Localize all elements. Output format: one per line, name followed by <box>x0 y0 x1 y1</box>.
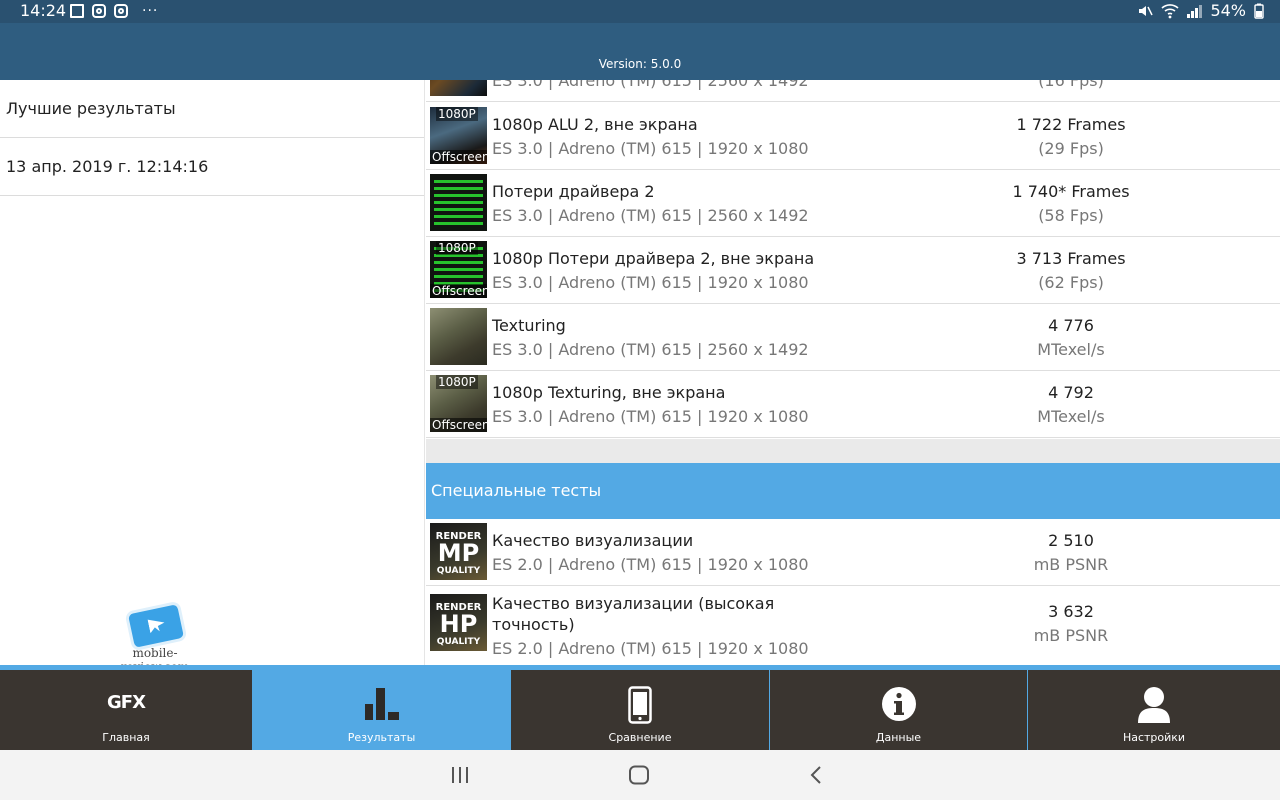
result-unit: MTexel/s <box>1037 407 1105 426</box>
thumbnail-badge-bottom: Offscreen <box>430 418 487 432</box>
system-nav-bar <box>0 750 1280 800</box>
result-name: Texturing <box>492 316 566 335</box>
tab-label: Сравнение <box>608 731 672 744</box>
result-sub: ES 2.0 | Adreno (TM) 615 | 1920 x 1080 <box>492 555 809 574</box>
gfx-logo-icon: GFX <box>107 692 146 713</box>
render-quality-mp-thumbnail: RENDER MP QUALITY <box>430 523 487 580</box>
result-sub: ES 3.0 | Adreno (TM) 615 | 2560 x 1492 <box>492 206 809 225</box>
recent-apps-button[interactable] <box>430 750 490 800</box>
battery-percent: 54% <box>1210 1 1246 20</box>
tab-settings[interactable]: Настройки <box>1028 670 1280 750</box>
result-row[interactable]: Texturing ES 3.0 | Adreno (TM) 615 | 256… <box>426 304 1280 371</box>
render-quality-hp-thumbnail: RENDER HP QUALITY <box>430 594 487 651</box>
result-row[interactable]: RENDER HP QUALITY Качество визуализации … <box>426 586 1280 665</box>
result-row[interactable]: RENDER MP QUALITY Качество визуализации … <box>426 519 1280 586</box>
phone-icon <box>628 686 652 724</box>
result-score: 3 632 <box>1048 602 1094 621</box>
bottom-nav: GFX Главная Результаты Сравнение Данные … <box>0 665 1280 750</box>
test-thumbnail <box>430 80 487 96</box>
watermark-logo: mobile-review.com <box>100 600 210 674</box>
notification-icons: ··· <box>70 3 158 19</box>
test-thumbnail <box>430 174 487 231</box>
tab-data[interactable]: Данные <box>770 670 1027 750</box>
test-thumbnail: 1080P Offscreen <box>430 107 487 164</box>
result-row[interactable]: 1080P Offscreen 1080p Texturing, вне экр… <box>426 371 1280 438</box>
instagram-notification-icon <box>92 4 106 18</box>
more-notifications-icon: ··· <box>142 3 159 19</box>
recent-apps-icon <box>452 767 468 783</box>
result-sub: ES 3.0 | Adreno (TM) 615 | 1920 x 1080 <box>492 139 809 158</box>
result-score: 2 510 <box>1048 531 1094 550</box>
screen: 14:24 ··· 54% Version: 5.0.0 Лучшие резу… <box>0 0 1280 800</box>
gallery-notification-icon <box>70 4 84 18</box>
thumbnail-badge-bottom: Offscreen <box>430 284 487 298</box>
result-name: Потери драйвера 2 <box>492 182 655 201</box>
thumbnail-badge-top: 1080P <box>436 107 478 121</box>
result-row[interactable]: Потери драйвера 2 ES 3.0 | Adreno (TM) 6… <box>426 170 1280 237</box>
system-status: 54% <box>1137 1 1264 20</box>
result-name: Качество визуализации (высокая точность) <box>492 594 775 634</box>
back-icon <box>810 766 821 784</box>
result-unit: (29 Fps) <box>1038 139 1104 158</box>
result-sub: ES 2.0 | Adreno (TM) 615 | 1920 x 1080 <box>492 639 809 658</box>
tab-label: Настройки <box>1122 731 1186 744</box>
tab-label: Данные <box>875 731 922 744</box>
bar-chart-icon <box>364 688 399 720</box>
thumbnail-badge-top: 1080P <box>436 375 478 389</box>
result-score: 4 776 <box>1048 316 1094 335</box>
best-results-item[interactable]: Лучшие результаты <box>0 80 424 138</box>
result-score: 4 792 <box>1048 383 1094 402</box>
result-sub: ES 3.0 | Adreno (TM) 615 | 2560 x 1492 <box>492 340 809 359</box>
tab-label: Главная <box>102 731 150 744</box>
section-header-special-tests: Специальные тесты <box>426 463 1280 519</box>
home-button[interactable] <box>609 750 669 800</box>
result-sub: ES 3.0 | Adreno (TM) 615 | 1920 x 1080 <box>492 273 809 292</box>
test-thumbnail: 1080P Offscreen <box>430 375 487 432</box>
result-unit: mB PSNR <box>1033 626 1109 645</box>
tab-compare[interactable]: Сравнение <box>511 670 769 750</box>
thumbnail-badge-top: 1080P <box>436 241 478 255</box>
version-label: Version: 5.0.0 <box>598 57 682 71</box>
tab-label: Результаты <box>347 731 416 744</box>
result-score: 3 713 Frames <box>1016 249 1126 268</box>
result-sub: ES 3.0 | Adreno (TM) 615 | 2560 x 1492 <box>492 80 809 90</box>
user-icon <box>1138 687 1170 723</box>
result-unit: (62 Fps) <box>1038 273 1104 292</box>
home-icon <box>629 765 649 785</box>
result-unit: (58 Fps) <box>1038 206 1104 225</box>
result-sub: ES 3.0 | Adreno (TM) 615 | 1920 x 1080 <box>492 407 809 426</box>
result-unit: mB PSNR <box>1033 555 1109 574</box>
app-header: Version: 5.0.0 <box>0 23 1280 80</box>
signal-icon <box>1187 4 1203 18</box>
thumbnail-badge-bottom: Offscreen <box>430 150 487 164</box>
left-panel: Лучшие результаты 13 апр. 2019 г. 12:14:… <box>0 80 425 674</box>
watermark-icon <box>124 600 188 652</box>
back-button[interactable] <box>786 750 846 800</box>
result-unit: MTexel/s <box>1037 340 1105 359</box>
info-icon <box>881 687 916 721</box>
test-thumbnail: 1080P Offscreen <box>430 241 487 298</box>
test-thumbnail <box>430 308 487 365</box>
mute-icon <box>1139 5 1154 16</box>
result-name: Качество визуализации <box>492 531 694 550</box>
result-row[interactable]: 1080P Offscreen 1080p ALU 2, вне экрана … <box>426 103 1280 170</box>
result-unit: (16 Fps) <box>1038 80 1104 90</box>
result-score: 1 740* Frames <box>1012 182 1130 201</box>
section-divider <box>426 439 1280 463</box>
result-date-item[interactable]: 13 апр. 2019 г. 12:14:16 <box>0 138 424 196</box>
wifi-icon <box>1161 3 1179 18</box>
result-row[interactable]: ES 3.0 | Adreno (TM) 615 | 2560 x 1492 (… <box>426 80 1280 102</box>
result-name: 1080p Потери драйвера 2, вне экрана <box>492 249 815 268</box>
status-bar: 14:24 ··· 54% <box>0 0 1280 23</box>
status-time: 14:24 <box>20 1 67 20</box>
results-list[interactable]: ES 3.0 | Adreno (TM) 615 | 2560 x 1492 (… <box>426 80 1280 665</box>
tab-home[interactable]: GFX Главная <box>0 670 252 750</box>
instagram-notification-icon <box>114 4 128 18</box>
tab-results[interactable]: Результаты <box>253 670 510 750</box>
result-score: 1 722 Frames <box>1016 115 1126 134</box>
result-row[interactable]: 1080P Offscreen 1080p Потери драйвера 2,… <box>426 237 1280 304</box>
battery-icon <box>1254 3 1264 19</box>
result-name: 1080p Texturing, вне экрана <box>492 383 726 402</box>
result-name: 1080p ALU 2, вне экрана <box>492 115 698 134</box>
